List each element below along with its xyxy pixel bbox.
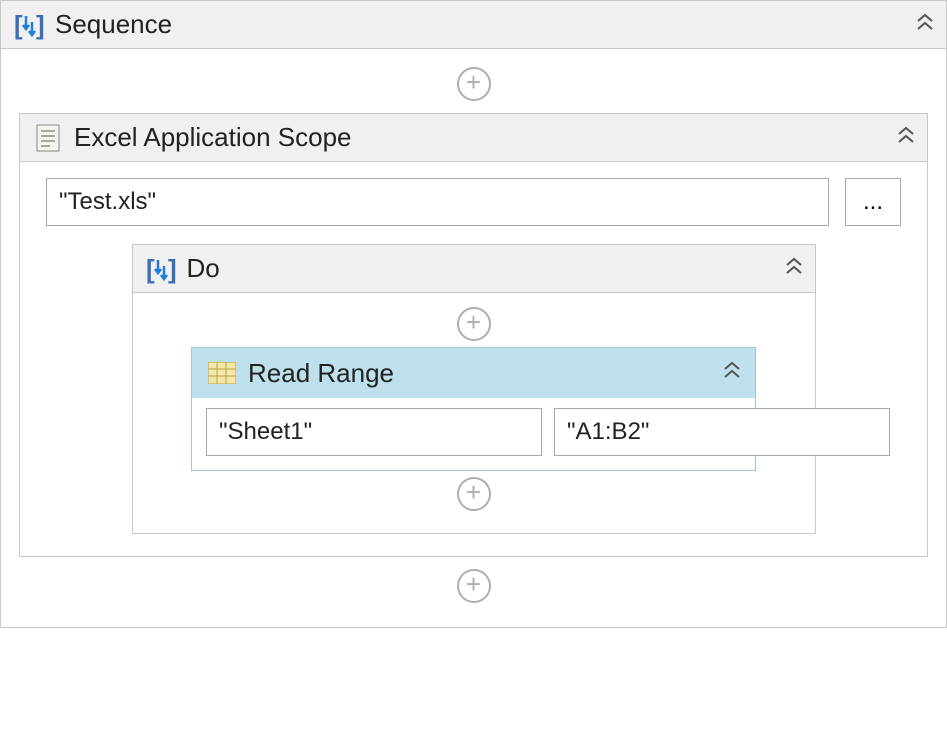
list-icon xyxy=(30,120,66,156)
add-activity-button[interactable] xyxy=(457,569,491,603)
sequence-activity[interactable]: [ ] Sequence xyxy=(0,0,947,628)
sheet-name-input[interactable] xyxy=(206,408,542,456)
excel-scope-activity[interactable]: Excel Application Scope ... xyxy=(19,113,928,557)
do-header[interactable]: [ ] Do xyxy=(133,245,815,293)
sequence-icon: [ ] xyxy=(143,251,179,287)
do-body: Read Range xyxy=(133,293,815,533)
read-range-activity[interactable]: Read Range xyxy=(191,347,756,471)
file-path-row: ... xyxy=(46,178,901,226)
range-input[interactable] xyxy=(554,408,890,456)
collapse-icon[interactable] xyxy=(895,124,917,152)
read-range-body xyxy=(192,398,755,470)
collapse-icon[interactable] xyxy=(914,11,936,39)
do-activity[interactable]: [ ] Do xyxy=(132,244,816,534)
collapse-icon[interactable] xyxy=(783,255,805,283)
collapse-icon[interactable] xyxy=(721,359,743,387)
excel-scope-title: Excel Application Scope xyxy=(74,122,352,153)
svg-text:]: ] xyxy=(168,254,176,284)
svg-text:[: [ xyxy=(146,254,155,284)
excel-scope-body: ... [ ] Do xyxy=(20,162,927,556)
sequence-body: Excel Application Scope ... xyxy=(1,49,946,627)
add-activity-button[interactable] xyxy=(457,307,491,341)
add-activity-button[interactable] xyxy=(457,67,491,101)
sequence-title: Sequence xyxy=(55,9,172,40)
grid-icon xyxy=(204,355,240,391)
sequence-header[interactable]: [ ] Sequence xyxy=(1,1,946,49)
do-title: Do xyxy=(187,253,220,284)
workbook-path-input[interactable] xyxy=(46,178,829,226)
browse-file-button[interactable]: ... xyxy=(845,178,901,226)
read-range-header[interactable]: Read Range xyxy=(192,348,755,398)
add-activity-button[interactable] xyxy=(457,477,491,511)
svg-text:[: [ xyxy=(14,10,23,40)
svg-text:]: ] xyxy=(36,10,44,40)
excel-scope-header[interactable]: Excel Application Scope xyxy=(20,114,927,162)
sequence-icon: [ ] xyxy=(11,7,47,43)
read-range-title: Read Range xyxy=(248,358,394,389)
